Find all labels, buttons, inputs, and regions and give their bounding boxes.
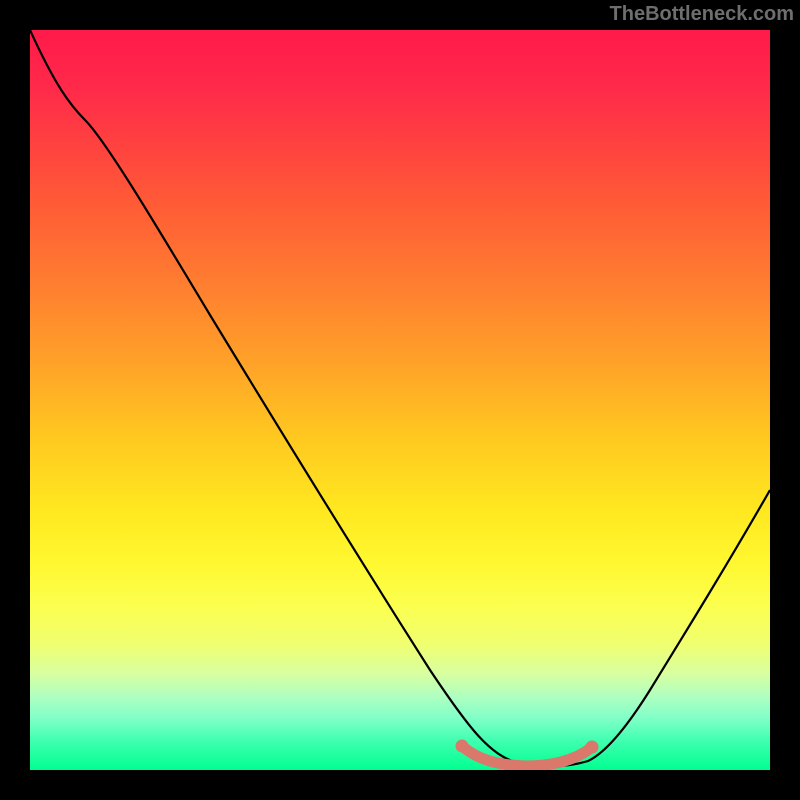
curve-svg — [30, 30, 770, 770]
watermark-text: TheBottleneck.com — [610, 3, 794, 26]
optimal-left-dot — [456, 740, 469, 753]
plot-area — [30, 30, 770, 770]
bottleneck-curve-path — [30, 30, 770, 767]
optimal-right-dot — [586, 741, 599, 754]
optimal-range-marker-path — [462, 746, 592, 766]
